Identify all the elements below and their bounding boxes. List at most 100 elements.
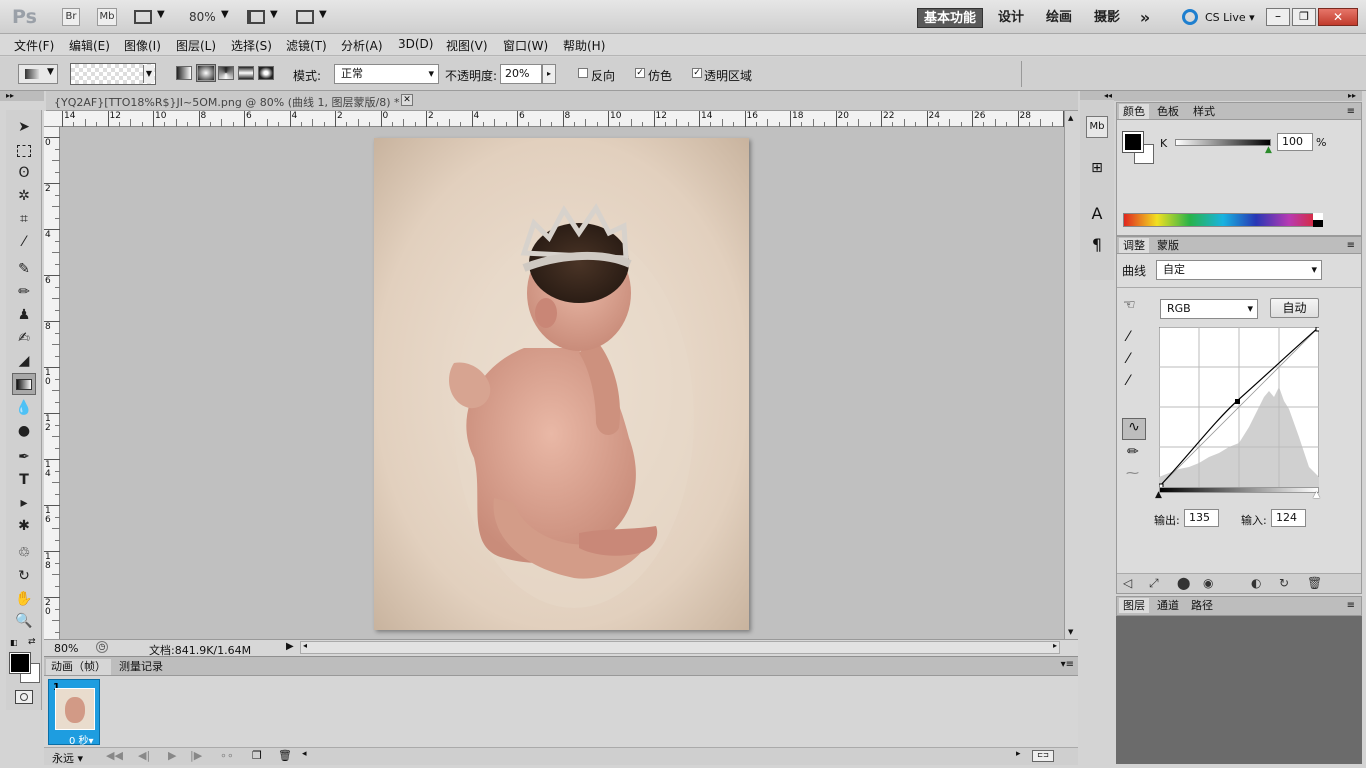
transparency-checkbox[interactable]: ✓ (692, 68, 702, 78)
opacity-slider-button[interactable]: ▸ (542, 64, 556, 84)
gradient-picker[interactable]: ▼ (70, 63, 156, 85)
convert-timeline-icon[interactable]: ⊏⊐ (1032, 750, 1054, 762)
scroll-up-icon[interactable]: ▲ (1068, 114, 1073, 122)
layers-panel-menu-icon[interactable]: ≡ (1343, 598, 1359, 613)
view-extras-icon[interactable] (134, 10, 152, 24)
animation-frame-1[interactable]: 1 0 秒▾ (48, 679, 100, 747)
vertical-ruler[interactable]: 0 2 4 6 8 1 0 1 2 1 4 1 6 1 8 2 0 (44, 127, 60, 639)
horizontal-scrollbar[interactable]: ◂ ▸ (300, 641, 1060, 654)
horizontal-ruler[interactable]: 1412108642024681012141618202224262830 (44, 111, 1076, 127)
return-to-list-icon[interactable]: ◁ (1123, 576, 1132, 590)
close-button[interactable]: ✕ (1318, 8, 1358, 26)
tab-paths[interactable]: 路径 (1187, 598, 1217, 613)
radial-gradient-button[interactable] (196, 64, 216, 82)
dodge-tool-icon[interactable]: ● (12, 420, 36, 442)
scroll-right-icon[interactable]: ▸ (1053, 641, 1057, 650)
eyedropper-tool-icon[interactable]: ⁄ (12, 231, 36, 253)
output-input[interactable]: 135 (1184, 509, 1219, 527)
tab-adjustments[interactable]: 调整 (1119, 238, 1149, 253)
menu-help[interactable]: 帮助(H) (563, 37, 605, 54)
anim-scroll-left-icon[interactable]: ◂ (302, 749, 307, 759)
shape-tool-icon[interactable]: ✱ (12, 515, 36, 537)
type-tool-icon[interactable]: T (12, 469, 36, 491)
tab-animation[interactable]: 动画（帧） (46, 659, 111, 675)
foreground-color-swatch[interactable] (9, 652, 31, 674)
play-icon[interactable]: ▶ (168, 749, 176, 762)
delete-adjustment-icon[interactable]: 🗑 (1307, 576, 1322, 590)
tool-preset-picker[interactable]: ▼ (18, 64, 58, 84)
history-panel-icon[interactable]: ⊞ (1086, 160, 1108, 182)
swap-colors-icon[interactable]: ⇄ (28, 637, 36, 647)
next-frame-icon[interactable]: |▶ (190, 749, 202, 762)
panels-collapse-bar[interactable]: ◂◂ ▸▸ (1080, 91, 1362, 101)
hand-tool-icon[interactable]: ✋ (12, 588, 36, 610)
cslive-button[interactable]: CS Live ▾ (1205, 11, 1255, 24)
reset-icon[interactable]: ↻ (1279, 576, 1289, 590)
menu-filter[interactable]: 滤镜(T) (286, 37, 327, 54)
curve-edit-points-icon[interactable]: ∿ (1122, 418, 1146, 440)
tween-icon[interactable]: ∘∘ (220, 749, 234, 762)
gray-point-eyedropper-icon[interactable]: ⁄ (1127, 351, 1129, 367)
black-input-slider-icon[interactable]: ▲ (1155, 490, 1162, 500)
default-colors-icon[interactable]: ◧ (10, 638, 20, 647)
workspace-essentials[interactable]: 基本功能 (917, 8, 983, 28)
reflected-gradient-button[interactable] (238, 66, 254, 80)
menu-analysis[interactable]: 分析(A) (341, 37, 383, 54)
prev-frame-icon[interactable]: ◀| (138, 749, 150, 762)
gradient-chevron-icon[interactable]: ▼ (143, 65, 154, 83)
menu-select[interactable]: 选择(S) (231, 37, 272, 54)
curves-preset-select[interactable]: 自定 (1156, 260, 1322, 280)
zoom-chevron-icon[interactable]: ▼ (221, 9, 229, 20)
delete-frame-icon[interactable]: 🗑 (278, 749, 292, 762)
curve-draw-pencil-icon[interactable]: ✏ (1127, 444, 1139, 460)
clone-stamp-tool-icon[interactable]: ♟ (12, 304, 36, 326)
tab-layers[interactable]: 图层 (1119, 598, 1149, 613)
minibridge-panel-icon[interactable]: Mb (1086, 116, 1108, 138)
menu-3d[interactable]: 3D(D) (398, 37, 433, 51)
eraser-tool-icon[interactable]: ◢ (12, 350, 36, 372)
k-slider-handle-icon[interactable]: ▲ (1265, 145, 1272, 155)
tab-measurement-log[interactable]: 测量记录 (114, 659, 168, 675)
menu-window[interactable]: 窗口(W) (503, 37, 548, 54)
channel-select[interactable]: RGB (1160, 299, 1258, 319)
dither-checkbox[interactable]: ✓ (635, 68, 645, 78)
quick-select-tool-icon[interactable]: ✲ (12, 185, 36, 207)
restore-button[interactable]: ❐ (1292, 8, 1316, 26)
color-panel-menu-icon[interactable]: ≡ (1343, 104, 1359, 119)
history-brush-tool-icon[interactable]: ✍ (12, 327, 36, 349)
document-tab[interactable]: {YQ2AF}[TTO18%R$}JI~5OM.png @ 80% (曲线 1,… (46, 91, 1078, 111)
vertical-scrollbar[interactable]: ▲ ▼ (1064, 111, 1078, 639)
move-tool-icon[interactable]: ➤ (12, 116, 36, 138)
view-previous-state-icon[interactable]: ◐ (1251, 576, 1261, 590)
white-input-slider-icon[interactable]: ▲ (1313, 490, 1320, 500)
duplicate-frame-icon[interactable]: ❐ (252, 749, 262, 762)
gradient-tool-icon[interactable] (12, 373, 36, 395)
diamond-gradient-button[interactable] (258, 66, 274, 80)
character-panel-icon[interactable]: A (1086, 204, 1108, 226)
scroll-down-icon[interactable]: ▼ (1068, 628, 1073, 636)
curves-graph[interactable] (1159, 327, 1319, 487)
auto-button[interactable]: 自动 (1270, 298, 1319, 318)
color-spectrum[interactable] (1123, 213, 1323, 227)
close-document-icon[interactable]: ✕ (401, 94, 413, 106)
lasso-tool-icon[interactable]: ʘ (12, 162, 36, 184)
menu-view[interactable]: 视图(V) (446, 37, 488, 54)
mode-select[interactable]: 正常 (334, 64, 439, 84)
opacity-input[interactable]: 20% (500, 64, 542, 84)
spectrum-black-swatch[interactable] (1313, 220, 1323, 227)
angle-gradient-button[interactable] (218, 66, 234, 80)
target-adjust-icon[interactable]: ☜ (1123, 297, 1136, 313)
scroll-left-icon[interactable]: ◂ (303, 641, 307, 650)
animation-panel-menu-icon[interactable]: ▾≡ (1061, 659, 1074, 670)
toggle-visibility-icon[interactable]: ◉ (1203, 576, 1213, 590)
frame-delay[interactable]: 0 秒▾ (69, 732, 94, 747)
menu-image[interactable]: 图像(I) (124, 37, 161, 54)
reverse-checkbox[interactable] (578, 68, 588, 78)
first-frame-icon[interactable]: ◀◀ (106, 749, 123, 762)
screen-mode-chevron-icon[interactable]: ▼ (319, 9, 327, 20)
anim-scroll-right-icon[interactable]: ▸ (1016, 749, 1021, 759)
zoom-tool-icon[interactable]: 🔍 (12, 610, 36, 632)
status-zoom[interactable]: 80% (54, 642, 78, 655)
loop-select[interactable]: 永远 ▾ (52, 750, 83, 766)
status-info-icon[interactable]: ◷ (96, 641, 108, 653)
